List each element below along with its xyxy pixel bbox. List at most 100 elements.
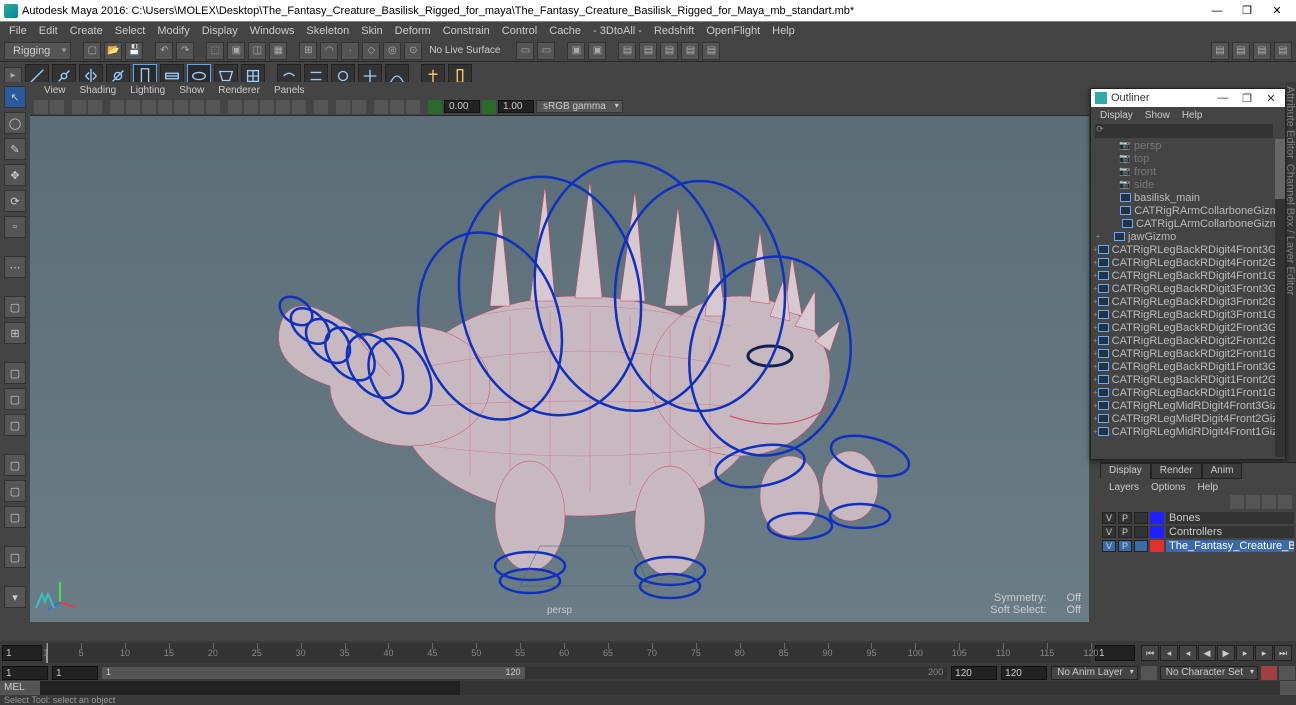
vp-ao-icon[interactable]: [374, 100, 388, 114]
vp-gamma-icon[interactable]: [482, 100, 496, 114]
snap-point-icon[interactable]: ·: [341, 42, 359, 60]
vp-textured-icon[interactable]: [260, 100, 274, 114]
menu-display[interactable]: Display: [197, 24, 243, 38]
menu-redshift[interactable]: Redshift: [649, 24, 699, 38]
time-ruler[interactable]: 1510152025303540455055606570758085909510…: [46, 643, 1091, 663]
layer-row[interactable]: VPThe_Fantasy_Creature_Basilisk_R: [1102, 539, 1294, 553]
range-thumb[interactable]: 1 120: [102, 667, 525, 679]
outliner-titlebar[interactable]: Outliner — ❐ ✕: [1091, 89, 1285, 107]
outliner-min-button[interactable]: —: [1213, 92, 1233, 104]
menu-deform[interactable]: Deform: [390, 24, 436, 38]
paint-select-tool[interactable]: ✎: [4, 138, 26, 160]
layer-name[interactable]: Controllers: [1166, 526, 1294, 538]
menu-control[interactable]: Control: [497, 24, 542, 38]
hypergraph-icon[interactable]: ▤: [618, 42, 636, 60]
menu-modify[interactable]: Modify: [152, 24, 194, 38]
vp-camera-icon[interactable]: [34, 100, 48, 114]
render-view-icon[interactable]: ▤: [660, 42, 678, 60]
outliner-item[interactable]: +CATRigRLegBackRDigit2Front1Gizmo: [1091, 347, 1285, 360]
vp-menu-panels[interactable]: Panels: [268, 85, 311, 96]
layer-menu-options[interactable]: Options: [1146, 482, 1190, 493]
module-selector[interactable]: Rigging: [4, 42, 71, 60]
range-end-inner[interactable]: [951, 666, 997, 680]
vp-gate-mask-icon[interactable]: [158, 100, 172, 114]
layer-color-swatch[interactable]: [1150, 540, 1164, 552]
snap-grid-icon[interactable]: ⊞: [299, 42, 317, 60]
undo-icon[interactable]: ↶: [155, 42, 173, 60]
toggle-modeling-toolkit-icon[interactable]: ▤: [1274, 42, 1292, 60]
layer-color-swatch[interactable]: [1150, 526, 1164, 538]
step-fwd-key-button[interactable]: ▸: [1255, 645, 1273, 661]
layer-tab-render[interactable]: Render: [1151, 463, 1202, 479]
vp-menu-renderer[interactable]: Renderer: [212, 85, 266, 96]
menu-3dtoall[interactable]: - 3DtoAll -: [588, 24, 647, 38]
outliner-item[interactable]: +CATRigRLegBackRDigit2Front3Gizmo: [1091, 321, 1285, 334]
outliner-item[interactable]: +CATRigRLegMidRDigit4Front2Gizmo: [1091, 412, 1285, 425]
outliner-item[interactable]: +CATRigRLegBackRDigit3Front2Gizmo: [1091, 295, 1285, 308]
single-persp-layout[interactable]: ▢: [4, 296, 26, 318]
range-start-inner[interactable]: [52, 666, 98, 680]
vp-xray-icon[interactable]: [336, 100, 350, 114]
prefs-icon[interactable]: [1279, 666, 1295, 680]
layer-type-toggle[interactable]: [1134, 512, 1148, 524]
window-close-button[interactable]: ✕: [1262, 2, 1292, 20]
vp-grid-icon[interactable]: [110, 100, 124, 114]
current-frame-field-left[interactable]: [2, 645, 42, 661]
vp-exposure-icon[interactable]: [428, 100, 442, 114]
menu-openflight[interactable]: OpenFlight: [701, 24, 765, 38]
character-set-combo[interactable]: No Character Set: [1160, 666, 1258, 680]
layer-move-down-icon[interactable]: [1278, 495, 1292, 509]
layout-c[interactable]: ▢: [4, 414, 26, 436]
vp-motion-blur-icon[interactable]: [390, 100, 404, 114]
go-start-button[interactable]: ⏮: [1141, 645, 1159, 661]
select-multi-icon[interactable]: ▦: [269, 42, 287, 60]
outliner-item[interactable]: +CATRigRLegBackRDigit1Front1Gizmo: [1091, 386, 1285, 399]
outliner-tree[interactable]: 📷persp📷top📷front📷sidebasilisk_mainCATRig…: [1091, 139, 1285, 457]
script-editor-icon[interactable]: [1280, 681, 1296, 695]
vp-film-gate-icon[interactable]: [126, 100, 140, 114]
snap-center-icon[interactable]: ⊙: [404, 42, 422, 60]
vp-bookmark-icon[interactable]: [50, 100, 64, 114]
vp-isolate-icon[interactable]: [314, 100, 328, 114]
layout-b[interactable]: ▢: [4, 388, 26, 410]
outliner-max-button[interactable]: ❐: [1237, 92, 1257, 105]
snap-live-icon[interactable]: ◎: [383, 42, 401, 60]
menu-skin[interactable]: Skin: [356, 24, 387, 38]
outliner-menu-display[interactable]: Display: [1095, 110, 1138, 121]
attribute-editor-tab[interactable]: Attribute Editor Channel Box / Layer Edi…: [1286, 82, 1296, 462]
outliner-item[interactable]: +CATRigRLegMidRDigit4Front3Gizmo: [1091, 399, 1285, 412]
outliner-item[interactable]: 📷persp: [1091, 139, 1285, 152]
layer-new-empty-icon[interactable]: [1230, 495, 1244, 509]
outliner-item[interactable]: +CATRigRLegBackRDigit3Front3Gizmo: [1091, 282, 1285, 295]
menu-constrain[interactable]: Constrain: [438, 24, 495, 38]
vp-menu-shading[interactable]: Shading: [74, 85, 123, 96]
outliner-item[interactable]: +jawGizmo: [1091, 230, 1285, 243]
anim-layer-combo[interactable]: No Anim Layer: [1051, 666, 1138, 680]
vp-image-plane-icon[interactable]: [72, 100, 86, 114]
menu-create[interactable]: Create: [65, 24, 108, 38]
layout-a[interactable]: ▢: [4, 362, 26, 384]
layer-tab-display[interactable]: Display: [1100, 463, 1151, 479]
window-minimize-button[interactable]: —: [1202, 2, 1232, 20]
go-end-button[interactable]: ⏭: [1274, 645, 1292, 661]
light-editor-icon[interactable]: ▤: [702, 42, 720, 60]
outliner-item[interactable]: 📷front: [1091, 165, 1285, 178]
vp-res-gate-icon[interactable]: [142, 100, 156, 114]
layer-row[interactable]: VPControllers: [1102, 525, 1294, 539]
layer-vis-toggle[interactable]: V: [1102, 540, 1116, 552]
outliner-item[interactable]: +CATRigRLegBackRDigit3Front1Gizmo: [1091, 308, 1285, 321]
outliner-close-button[interactable]: ✕: [1261, 92, 1281, 105]
menu-select[interactable]: Select: [110, 24, 151, 38]
layer-type-toggle[interactable]: [1134, 526, 1148, 538]
scale-tool[interactable]: ▫: [4, 216, 26, 238]
select-object-icon[interactable]: ▣: [227, 42, 245, 60]
menu-skeleton[interactable]: Skeleton: [301, 24, 354, 38]
menu-file[interactable]: File: [4, 24, 32, 38]
outliner-item[interactable]: +CATRigRLegBackRDigit1Front2Gizmo: [1091, 373, 1285, 386]
layout-g[interactable]: ▢: [4, 546, 26, 568]
step-back-button[interactable]: ◂: [1179, 645, 1197, 661]
last-tool[interactable]: ⋯: [4, 256, 26, 278]
vp-lights-icon[interactable]: [276, 100, 290, 114]
outliner-item[interactable]: +CATRigRLegMidRDigit4Front1Gizmo: [1091, 425, 1285, 438]
snap-curve-icon[interactable]: ◠: [320, 42, 338, 60]
